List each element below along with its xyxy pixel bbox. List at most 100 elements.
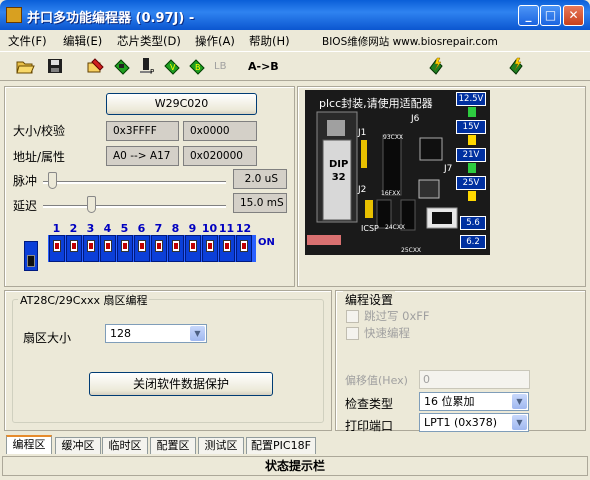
- program-icon[interactable]: P: [137, 57, 157, 76]
- app-icon: [6, 7, 22, 23]
- 24cxx-label: 24CXX: [385, 224, 406, 231]
- power-switch[interactable]: [24, 241, 38, 271]
- dip-switch[interactable]: [83, 235, 99, 262]
- dip-switch[interactable]: [151, 235, 167, 262]
- erase-icon[interactable]: [86, 57, 106, 75]
- sector-group-title: AT28C/29Cxxx 扇区编程: [18, 292, 150, 308]
- open-icon[interactable]: [15, 57, 35, 75]
- minimize-button[interactable]: _: [518, 5, 539, 26]
- bolt-icon[interactable]: [426, 57, 446, 75]
- voltage-label: 6.2: [460, 235, 486, 249]
- jumper-icon: [468, 191, 476, 201]
- dip-number: 8: [171, 222, 180, 235]
- offset-input[interactable]: 0: [419, 370, 530, 389]
- jumper-icon: [468, 163, 476, 173]
- delay-slider-track: [43, 205, 226, 208]
- voltage-label: 15V: [456, 120, 486, 134]
- dip-on-label: ON: [258, 237, 275, 248]
- pulse-slider[interactable]: [48, 172, 58, 189]
- print-port-value: LPT1 (0x378): [424, 416, 498, 429]
- voltage-label: 5.6: [460, 216, 486, 230]
- tab-buffer-area[interactable]: 缓冲区: [55, 437, 101, 454]
- menu-edit[interactable]: 编辑(E): [63, 33, 102, 49]
- fast-program-checkbox[interactable]: [346, 327, 359, 340]
- bios-site-text: BIOS维修网站 www.biosrepair.com: [322, 36, 498, 48]
- tab-config-area[interactable]: 配置区: [150, 437, 196, 454]
- check-type-label: 检查类型: [345, 397, 394, 411]
- lock-bits-button[interactable]: LB: [214, 61, 226, 72]
- board-caption: plcc封装,请使用适配器: [319, 97, 433, 110]
- j6-label: J6: [411, 114, 420, 124]
- tab-test-area[interactable]: 测试区: [198, 437, 244, 454]
- save-icon[interactable]: [45, 57, 65, 75]
- dip-switch[interactable]: [202, 235, 218, 262]
- chip-name-button[interactable]: W29C020: [106, 93, 257, 115]
- window-title: 并口多功能编程器 (0.97J) -: [27, 11, 195, 26]
- dip-number: 7: [154, 222, 163, 235]
- sector-size-value: 128: [110, 327, 131, 340]
- close-button[interactable]: ✕: [563, 5, 584, 26]
- status-bar: 状态提示栏: [2, 456, 588, 476]
- dip-number: 6: [137, 222, 146, 235]
- delay-label: 延迟: [13, 199, 38, 213]
- dip-number: 12: [235, 222, 252, 235]
- dip-switch[interactable]: [236, 235, 252, 262]
- bolt-check-icon[interactable]: [506, 57, 526, 75]
- 25cxx-label: 25CXX: [401, 247, 422, 254]
- sector-size-label: 扇区大小: [23, 331, 72, 345]
- dip-switch[interactable]: [219, 235, 235, 262]
- chevron-down-icon[interactable]: ▼: [190, 326, 205, 341]
- address-value: A0 --> A17: [106, 146, 179, 166]
- delay-slider[interactable]: [86, 196, 96, 213]
- size-checksum-label: 大小/校验: [13, 124, 66, 138]
- menu-chip-type[interactable]: 芯片类型(D): [117, 33, 181, 49]
- skip-ff-checkbox[interactable]: [346, 310, 359, 323]
- 16fxx-label: 16FXX: [381, 190, 401, 197]
- pulse-label: 脉冲: [13, 174, 38, 188]
- chevron-down-icon[interactable]: ▼: [512, 394, 527, 409]
- dip-number: 4: [103, 222, 112, 235]
- dip-switch-block: 1 2 3 4 5 6 7 8 9 10 11 12: [48, 222, 256, 274]
- dip-number: 5: [120, 222, 129, 235]
- disable-software-protection-button[interactable]: 关闭软件数据保护: [89, 372, 273, 396]
- delay-value: 15.0 mS: [233, 193, 287, 213]
- checksum-value: 0x0000: [183, 121, 257, 141]
- dip-switch[interactable]: [117, 235, 133, 262]
- dip-number: 11: [218, 222, 235, 235]
- check-type-select[interactable]: 16 位累加 ▼: [419, 392, 529, 411]
- menu-file[interactable]: 文件(F): [8, 33, 47, 49]
- blank-check-icon[interactable]: B: [187, 57, 207, 75]
- attribute-value: 0x020000: [183, 146, 257, 166]
- dip-number: 1: [52, 222, 61, 235]
- dip-switch[interactable]: [100, 235, 116, 262]
- sector-size-select[interactable]: 128 ▼: [105, 324, 207, 343]
- settings-group-title: 编程设置: [343, 291, 396, 308]
- svg-text:P: P: [150, 68, 154, 75]
- pulse-value: 2.0 uS: [233, 169, 287, 189]
- offset-label: 偏移值(Hex): [345, 374, 408, 387]
- check-type-value: 16 位累加: [424, 395, 475, 408]
- menu-help[interactable]: 帮助(H): [249, 33, 290, 49]
- jumper-icon: [468, 107, 476, 117]
- dip-switch[interactable]: [49, 235, 65, 262]
- dip-switch[interactable]: [66, 235, 82, 262]
- verify-icon[interactable]: V: [162, 57, 182, 75]
- maximize-button[interactable]: □: [540, 5, 561, 26]
- tab-config-pic18f[interactable]: 配置PIC18F: [246, 437, 316, 454]
- print-port-select[interactable]: LPT1 (0x378) ▼: [419, 413, 529, 432]
- tab-temp-area[interactable]: 临时区: [102, 437, 148, 454]
- dip-switch[interactable]: [134, 235, 150, 262]
- menu-operation[interactable]: 操作(A): [195, 33, 235, 49]
- a-to-b-button[interactable]: A->B: [248, 60, 279, 73]
- voltage-indicator-strip: 12.5V 15V 21V 25V 5.6 6.2: [456, 90, 488, 255]
- dip-switch[interactable]: [168, 235, 184, 262]
- voltage-label: 25V: [456, 176, 486, 190]
- svg-text:B: B: [195, 63, 201, 72]
- chevron-down-icon[interactable]: ▼: [512, 415, 527, 430]
- tab-program-area[interactable]: 编程区: [6, 435, 52, 454]
- skip-ff-label: 跳过写 0xFF: [364, 309, 430, 323]
- read-icon[interactable]: [112, 57, 132, 75]
- dip-number: 2: [69, 222, 78, 235]
- jumper-icon: [468, 135, 476, 145]
- dip-switch[interactable]: [185, 235, 201, 262]
